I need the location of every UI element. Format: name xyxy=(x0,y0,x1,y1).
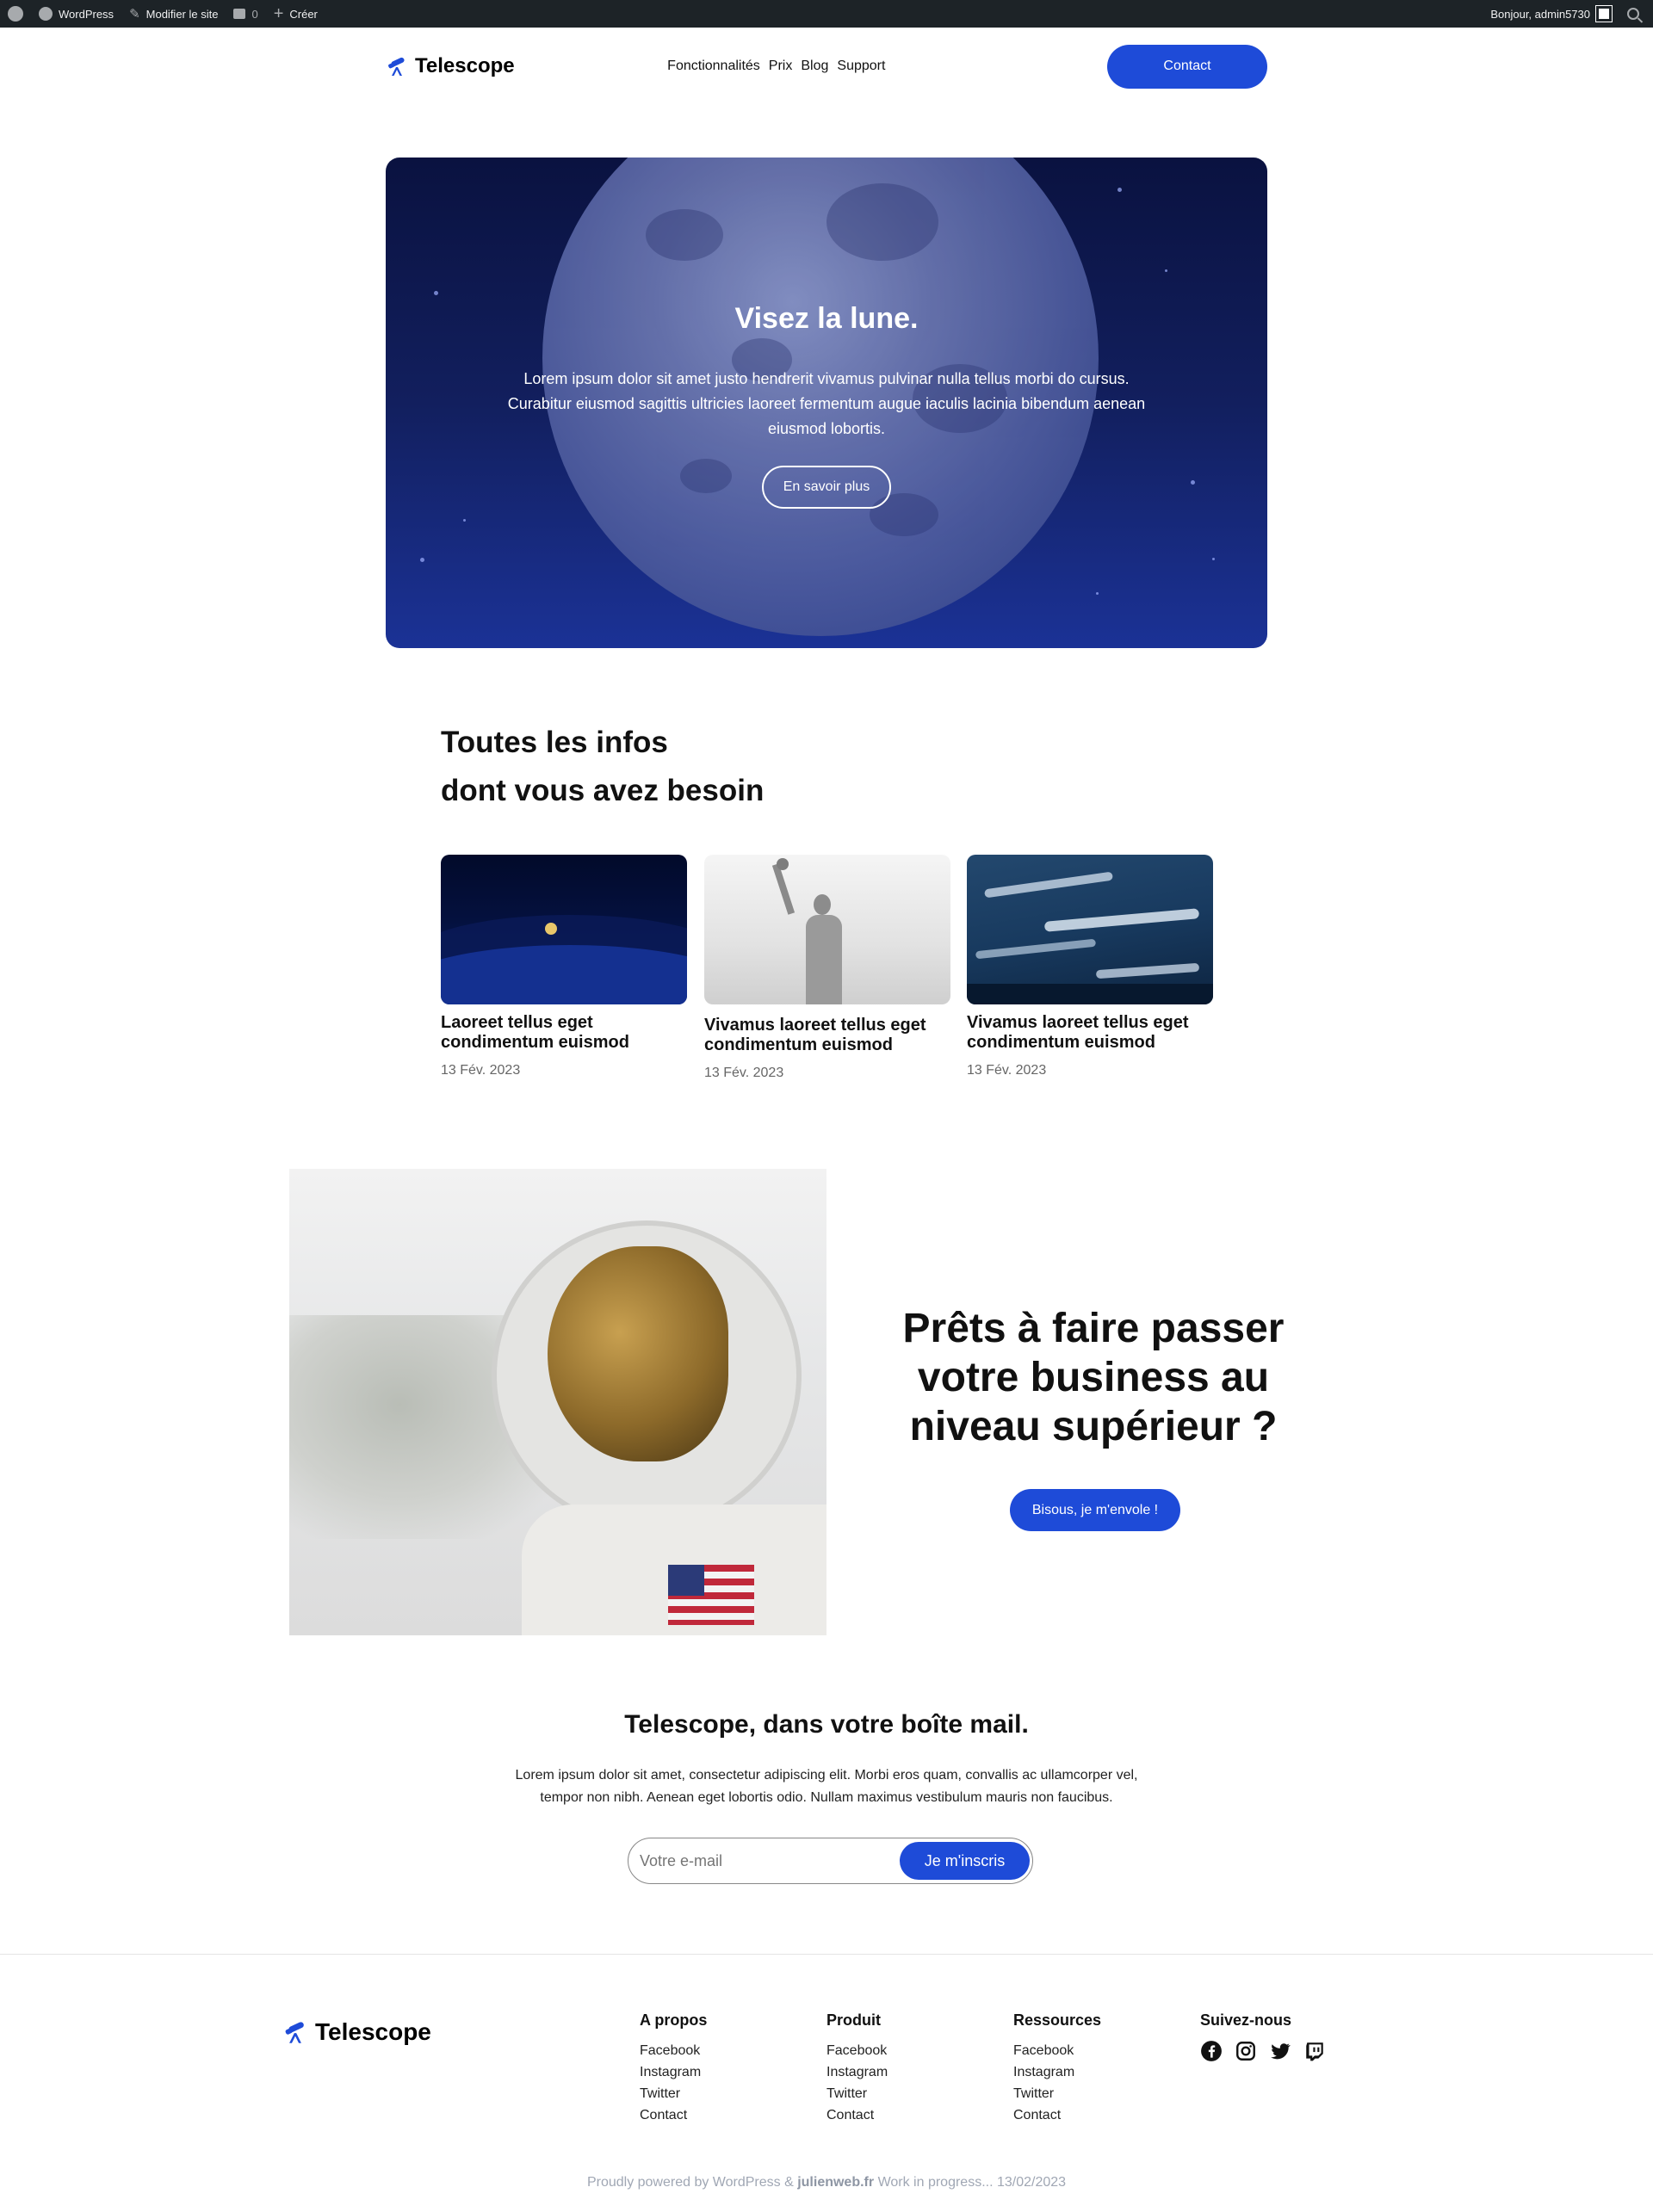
footer-divider xyxy=(0,1954,1653,1955)
footer-link-instagram[interactable]: Instagram xyxy=(1013,2061,1101,2083)
footer-logo[interactable]: Telescope xyxy=(282,2018,431,2046)
infos-heading: Toutes les infos dont vous avez besoin xyxy=(441,719,764,815)
site-logo[interactable]: Telescope xyxy=(386,54,515,78)
twitter-icon[interactable] xyxy=(1269,2040,1291,2062)
telescope-icon xyxy=(388,57,405,76)
edit-site-label: Modifier le site xyxy=(145,7,219,21)
subscribe-button[interactable]: Je m'inscris xyxy=(900,1842,1030,1880)
site-name-label: WordPress xyxy=(59,7,115,21)
footer-link-contact[interactable]: Contact xyxy=(1013,2104,1101,2126)
post-card-image[interactable] xyxy=(967,855,1213,1004)
wordpress-icon xyxy=(8,6,23,22)
post-card-image[interactable] xyxy=(441,855,687,1004)
footer-credits: Proudly powered by WordPress & julienweb… xyxy=(0,2175,1653,2190)
avatar xyxy=(1595,5,1613,22)
post-card-title[interactable]: Laoreet tellus eget condimentum euismod xyxy=(441,1013,687,1053)
edit-site-link[interactable]: ✎ Modifier le site xyxy=(121,0,226,28)
footer-column-produit: Produit Facebook Instagram Twitter Conta… xyxy=(826,2011,888,2126)
dashboard-icon xyxy=(39,7,53,21)
footer-link-instagram[interactable]: Instagram xyxy=(640,2061,707,2083)
footer-column-social: Suivez-nous xyxy=(1200,2011,1326,2062)
hero-section: Visez la lune. Lorem ipsum dolor sit ame… xyxy=(386,158,1267,648)
greeting-label: Bonjour, admin5730 xyxy=(1490,7,1590,21)
footer-column-heading: A propos xyxy=(640,2011,708,2029)
create-label: Créer xyxy=(289,7,318,21)
footer-link-twitter[interactable]: Twitter xyxy=(1013,2083,1101,2104)
footer-logo-text: Telescope xyxy=(315,2018,431,2045)
site-name-link[interactable]: WordPress xyxy=(31,0,121,28)
newsletter-form: Je m'inscris xyxy=(628,1838,1033,1884)
wp-logo-menu[interactable] xyxy=(0,0,31,28)
nav-item-blog[interactable]: Blog xyxy=(801,59,828,74)
footer-link-contact[interactable]: Contact xyxy=(826,2104,888,2126)
newsletter-text: Lorem ipsum dolor sit amet, consectetur … xyxy=(515,1768,1138,1805)
infos-heading-line1: Toutes les infos xyxy=(441,726,668,759)
post-card-date: 13 Fév. 2023 xyxy=(704,1066,784,1080)
footer-column-ressources: Ressources Facebook Instagram Twitter Co… xyxy=(1013,2011,1101,2126)
nav-item-prix[interactable]: Prix xyxy=(769,59,793,74)
cta-heading: Prêts à faire passer votre business au n… xyxy=(902,1306,1285,1449)
post-card-date: 13 Fév. 2023 xyxy=(441,1063,521,1078)
footer-link-facebook[interactable]: Facebook xyxy=(640,2040,707,2061)
footer-link-facebook[interactable]: Facebook xyxy=(1013,2040,1101,2061)
credits-suffix: Work in progress... 13/02/2023 xyxy=(877,2175,1067,2190)
footer-column-a-propos: A propos Facebook Instagram Twitter Cont… xyxy=(640,2011,707,2126)
post-card[interactable]: Laoreet tellus eget condimentum euismod … xyxy=(441,855,687,1078)
post-card-title[interactable]: Vivamus laoreet tellus eget condimentum … xyxy=(967,1013,1213,1053)
post-card-image[interactable] xyxy=(704,855,950,1004)
brush-icon: ✎ xyxy=(129,7,140,22)
comment-icon xyxy=(233,9,246,19)
learn-more-button[interactable]: En savoir plus xyxy=(762,466,891,509)
post-card-date: 13 Fév. 2023 xyxy=(967,1063,1047,1078)
footer-link-twitter[interactable]: Twitter xyxy=(826,2083,888,2104)
facebook-icon[interactable] xyxy=(1200,2040,1223,2062)
infos-heading-line2: dont vous avez besoin xyxy=(441,774,765,807)
hero-text: Lorem ipsum dolor sit amet justo hendrer… xyxy=(507,370,1146,437)
comments-link[interactable]: 0 xyxy=(226,0,265,28)
post-card[interactable]: Vivamus laoreet tellus eget condimentum … xyxy=(967,855,1213,1078)
main-nav: Fonctionnalités Prix Blog Support xyxy=(667,59,885,74)
account-menu[interactable]: Bonjour, admin5730 xyxy=(1483,0,1619,28)
site-logo-text: Telescope xyxy=(415,54,515,77)
hero-title: Visez la lune. xyxy=(734,302,919,335)
footer-link-instagram[interactable]: Instagram xyxy=(826,2061,888,2083)
footer-column-heading: Ressources xyxy=(1013,2011,1102,2029)
footer-link-contact[interactable]: Contact xyxy=(640,2104,707,2126)
admin-search[interactable] xyxy=(1619,0,1653,28)
footer-link-twitter[interactable]: Twitter xyxy=(640,2083,707,2104)
social-links xyxy=(1200,2040,1326,2062)
create-menu[interactable]: + Créer xyxy=(266,0,325,28)
twitch-icon[interactable] xyxy=(1303,2040,1326,2062)
astronaut-image xyxy=(289,1169,826,1635)
footer-column-heading: Produit xyxy=(826,2011,881,2029)
newsletter-heading: Telescope, dans votre boîte mail. xyxy=(624,1710,1029,1739)
plus-icon: + xyxy=(273,4,284,23)
admin-bar: WordPress ✎ Modifier le site 0 + Créer B… xyxy=(0,0,1653,28)
post-card-title[interactable]: Vivamus laoreet tellus eget condimentum … xyxy=(704,1016,950,1055)
nav-item-support[interactable]: Support xyxy=(837,59,885,74)
instagram-icon[interactable] xyxy=(1235,2040,1257,2062)
footer-link-facebook[interactable]: Facebook xyxy=(826,2040,888,2061)
contact-button[interactable]: Contact xyxy=(1107,44,1267,89)
telescope-icon xyxy=(285,2022,304,2043)
nav-item-fonctionnalites[interactable]: Fonctionnalités xyxy=(667,59,760,74)
search-icon xyxy=(1627,8,1639,20)
comments-count: 0 xyxy=(251,7,258,21)
credits-site-link[interactable]: julienweb.fr xyxy=(797,2175,874,2190)
post-card[interactable]: Vivamus laoreet tellus eget condimentum … xyxy=(704,855,950,1081)
email-field[interactable] xyxy=(631,1851,900,1870)
site-header: Telescope Fonctionnalités Prix Blog Supp… xyxy=(386,44,1267,89)
credits-prefix: Proudly powered by WordPress & xyxy=(586,2175,794,2190)
cta-button[interactable]: Bisous, je m'envole ! xyxy=(1010,1489,1180,1531)
footer-column-heading: Suivez-nous xyxy=(1200,2011,1292,2029)
